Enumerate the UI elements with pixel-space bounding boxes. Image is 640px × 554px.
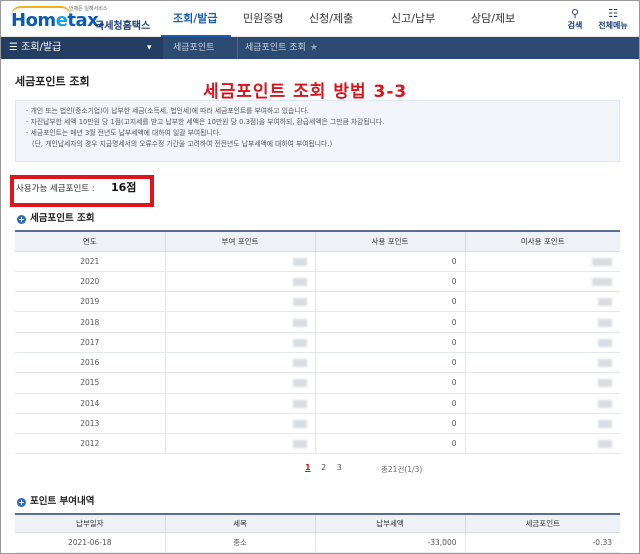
nav-consult-report[interactable]: 상담/제보 [459, 1, 541, 37]
info-line: 세금포인트는 매년 3월 전년도 납부세액에 대하여 일괄 부여됩니다. [26, 128, 609, 139]
table-row: 2018 0 [15, 311, 620, 333]
table-row: 2021-06-18 종소 -33,000 -0.33 [15, 532, 620, 553]
total-count: 총21건(1/3) [381, 465, 423, 474]
table-row: 2021 0 [15, 251, 620, 272]
star-icon[interactable]: ★ [310, 43, 318, 53]
table-row: 2020 0 [15, 271, 620, 293]
nav-apply-submit[interactable]: 신청/제출 [297, 1, 379, 37]
redacted-value [292, 298, 307, 307]
table-row: 2017 0 [15, 332, 620, 353]
available-points-value: 16점 [111, 181, 137, 194]
info-line: (단, 개인납세자의 경우 지급명세서의 오류수정 기간을 고려하여 전전년도 … [32, 140, 333, 148]
logo-korean-name: 국세청홈택스 [95, 21, 151, 32]
redacted-value [292, 277, 307, 286]
redacted-value [598, 440, 612, 449]
redacted-value [292, 399, 307, 408]
section-heading-points: + 세금포인트 조회 [17, 213, 95, 224]
all-menu-button[interactable]: ☷ 전체메뉴 [592, 7, 634, 31]
top-header: 언제든 일해서비스 Hometax. 국세청홈택스 조회/발급 민원증명 신청/… [1, 1, 639, 37]
nav-report-pay[interactable]: 신고/납부 [379, 1, 459, 37]
search-label: 검색 [567, 21, 583, 30]
col-header-pay-amount: 납부세액 [314, 513, 465, 533]
redacted-value [598, 318, 612, 327]
table-row: 2016 0 [15, 352, 620, 374]
table-row: 2013 0 [15, 413, 620, 435]
col-header-tax-point: 세금포인트 [464, 513, 620, 533]
col-header-year: 연도 [15, 230, 165, 252]
search-icon: ⚲ [570, 7, 580, 20]
section-menu-label: 조회/발급 [21, 42, 62, 53]
grid-menu-icon: ☷ [608, 7, 618, 20]
section-bullet-icon: + [17, 215, 26, 224]
redacted-value [292, 440, 307, 449]
section-heading-grant-history: + 포인트 부여내역 [17, 496, 95, 507]
redacted-value [592, 277, 612, 286]
section-menu-dropdown[interactable]: ☰ 조회/발급 ▾ [1, 37, 163, 59]
info-line: 자진납부한 세액 10만원 당 1점(고지세를 받고 납부한 세액은 10만원 … [26, 117, 609, 128]
page-link-3[interactable]: 3 [337, 463, 342, 472]
redacted-value [598, 420, 612, 429]
col-header-unused: 미사용 포인트 [464, 230, 620, 252]
redacted-value [292, 338, 307, 347]
redacted-value [292, 318, 307, 327]
col-header-granted: 부여 포인트 [164, 230, 315, 252]
available-points-label: 사용가능 세금포인트 : [16, 184, 95, 194]
redacted-value [598, 399, 612, 408]
page-link-2[interactable]: 2 [321, 463, 326, 472]
table-row: 2019 0 [15, 291, 620, 313]
hometax-logo[interactable]: 언제든 일해서비스 Hometax. 국세청홈택스 [11, 5, 161, 33]
table-row: 2014 0 [15, 393, 620, 414]
logo-wordmark: Hometax. [11, 10, 105, 31]
redacted-value [598, 298, 612, 307]
all-menu-label: 전체메뉴 [598, 21, 628, 30]
redacted-value [292, 257, 307, 266]
table-row: 2012 0 [15, 433, 620, 455]
grant-history-table: 납부일자 세목 납부세액 세금포인트 2021-06-18 종소 -33,000… [15, 513, 620, 553]
redacted-value [598, 338, 612, 347]
nav-inquiry-issue[interactable]: 조회/발급 [161, 1, 231, 37]
redacted-value [598, 379, 612, 388]
redacted-value [292, 359, 307, 368]
redacted-value [292, 420, 307, 429]
col-header-tax-item: 세목 [164, 513, 315, 533]
info-box: 개인 또는 법인(중소기업)이 납부한 세금(소득세, 법인세)에 따라 세금포… [15, 100, 620, 162]
section-bullet-icon: + [17, 498, 26, 507]
hamburger-icon: ☰ [9, 42, 18, 53]
points-table: 연도 부여 포인트 사용 포인트 미사용 포인트 2021 0 2020 0 201… [15, 230, 620, 455]
search-button[interactable]: ⚲ 검색 [562, 7, 588, 31]
col-header-pay-date: 납부일자 [15, 513, 165, 533]
pagination: 1 2 3 [305, 463, 350, 472]
page-title: 세금포인트 조회 [15, 75, 90, 88]
table-row: 2015 0 [15, 372, 620, 394]
redacted-value [292, 379, 307, 388]
main-nav: 조회/발급 민원증명 신청/제출 신고/납부 상담/제보 [161, 1, 541, 37]
nav-civil-certificate[interactable]: 민원증명 [231, 1, 297, 37]
tutorial-overlay-title: 세금포인트 조회 방법 3-3 [203, 82, 408, 102]
col-header-used: 사용 포인트 [314, 230, 465, 252]
info-line: 개인 또는 법인(중소기업)이 납부한 세금(소득세, 법인세)에 따라 세금포… [26, 106, 609, 117]
breadcrumb-tax-point-inquiry[interactable]: 세금포인트 조회 ★ [237, 37, 377, 59]
redacted-value [598, 359, 612, 368]
redacted-value [592, 257, 612, 266]
breadcrumb-tax-point[interactable]: 세금포인트 [167, 37, 237, 59]
page-link-1[interactable]: 1 [305, 463, 311, 472]
breadcrumb-bar: ☰ 조회/발급 ▾ 세금포인트 세금포인트 조회 ★ [1, 37, 639, 59]
caret-down-icon: ▾ [147, 43, 152, 53]
